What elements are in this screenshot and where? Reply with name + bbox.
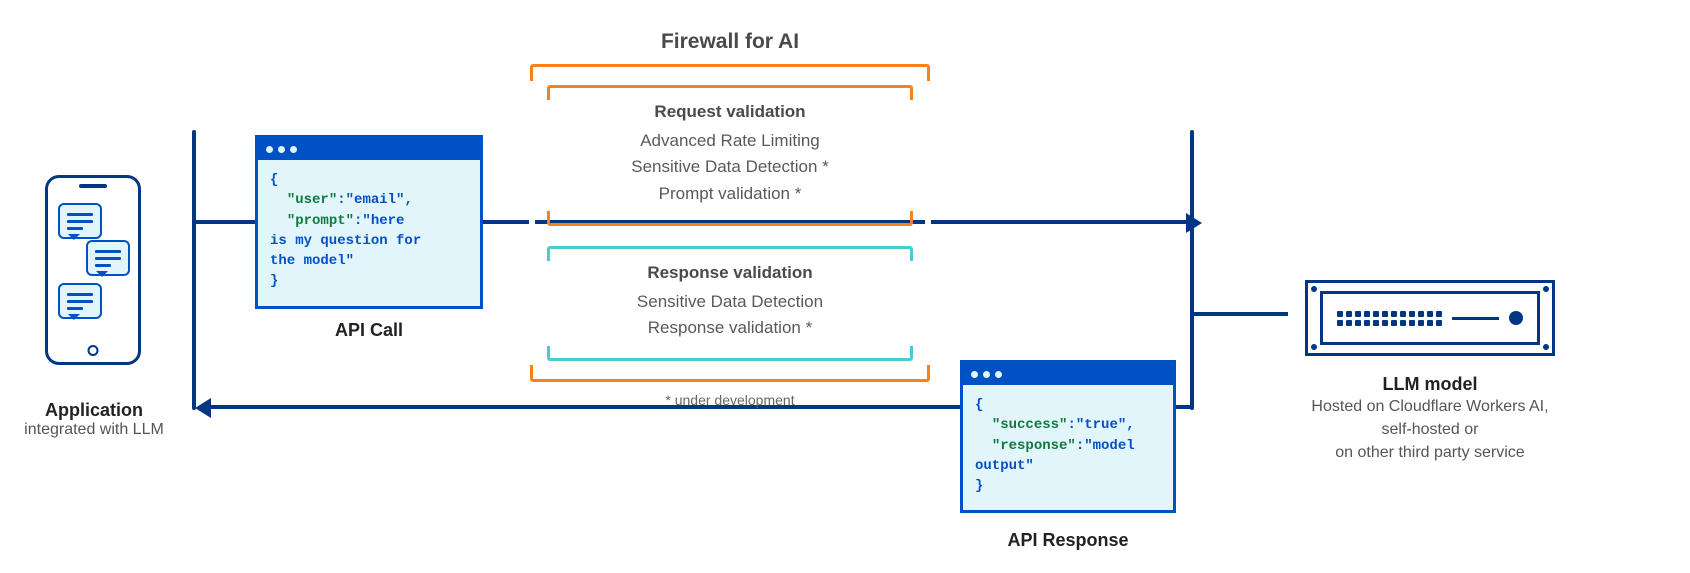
code-line: { (270, 170, 468, 190)
response-validation-items: Sensitive Data Detection Response valida… (570, 289, 890, 342)
code-line: "user":"email", (270, 190, 468, 210)
firewall-bracket: Request validation Advanced Rate Limitin… (530, 64, 930, 382)
llm-title: LLM model (1270, 374, 1590, 395)
chat-bubble-icon (58, 203, 102, 239)
application-subtitle: integrated with LLM (20, 421, 168, 439)
firewall-footnote: * under development (530, 392, 930, 408)
arrow-right-icon (1186, 213, 1212, 233)
validation-item: Sensitive Data Detection * (570, 154, 890, 180)
api-response-body: { "success":"true", "response":"model ou… (963, 385, 1173, 510)
code-line: } (270, 271, 468, 291)
request-validation-bracket: Request validation Advanced Rate Limitin… (547, 85, 913, 226)
llm-sub-line: Hosted on Cloudflare Workers AI, (1270, 395, 1590, 418)
llm-sub-line: on other third party service (1270, 441, 1590, 464)
request-validation-title: Request validation (570, 102, 890, 122)
code-line: { (975, 395, 1161, 415)
code-line: is my question for (270, 231, 468, 251)
llm-server-icon (1305, 280, 1555, 356)
api-call-window: { "user":"email", "prompt":"here is my q… (255, 135, 483, 309)
firewall-section: Firewall for AI Request validation Advan… (530, 30, 930, 408)
request-validation-items: Advanced Rate Limiting Sensitive Data De… (570, 128, 890, 207)
response-validation-bracket: Response validation Sensitive Data Detec… (547, 246, 913, 361)
chat-bubble-icon (86, 240, 130, 276)
phone-home-button-icon (88, 345, 99, 356)
code-line: the model" (270, 251, 468, 271)
code-line: "success":"true", (975, 415, 1161, 435)
phone-notch (79, 184, 107, 188)
arrow-left-icon (185, 398, 211, 418)
firewall-title: Firewall for AI (530, 30, 930, 54)
llm-sub-line: self-hosted or (1270, 418, 1590, 441)
code-line: "prompt":"here (270, 211, 468, 231)
vertical-bar-left (192, 130, 196, 410)
api-call-body: { "user":"email", "prompt":"here is my q… (258, 160, 480, 306)
chat-bubble-icon (58, 283, 102, 319)
server-led-icon (1509, 311, 1523, 325)
server-vents-icon (1337, 311, 1442, 326)
validation-item: Response validation * (570, 315, 890, 341)
code-line: } (975, 476, 1161, 496)
api-call-label: API Call (255, 320, 483, 341)
phone-icon (45, 175, 141, 365)
validation-item: Prompt validation * (570, 181, 890, 207)
application-label: Application integrated with LLM (20, 400, 168, 439)
diagram-canvas: Application integrated with LLM { "user"… (0, 0, 1690, 573)
server-line-icon (1452, 317, 1499, 320)
llm-subtitle: Hosted on Cloudflare Workers AI, self-ho… (1270, 395, 1590, 465)
application-title: Application (20, 400, 168, 421)
response-validation-title: Response validation (570, 263, 890, 283)
code-line: "response":"model (975, 436, 1161, 456)
window-titlebar (963, 363, 1173, 385)
api-response-label: API Response (960, 530, 1176, 551)
code-line: output" (975, 456, 1161, 476)
application-phone (38, 175, 148, 365)
llm-section: LLM model Hosted on Cloudflare Workers A… (1270, 280, 1590, 465)
window-titlebar (258, 138, 480, 160)
validation-item: Sensitive Data Detection (570, 289, 890, 315)
api-response-window: { "success":"true", "response":"model ou… (960, 360, 1176, 513)
validation-item: Advanced Rate Limiting (570, 128, 890, 154)
vertical-bar-right (1190, 130, 1194, 410)
